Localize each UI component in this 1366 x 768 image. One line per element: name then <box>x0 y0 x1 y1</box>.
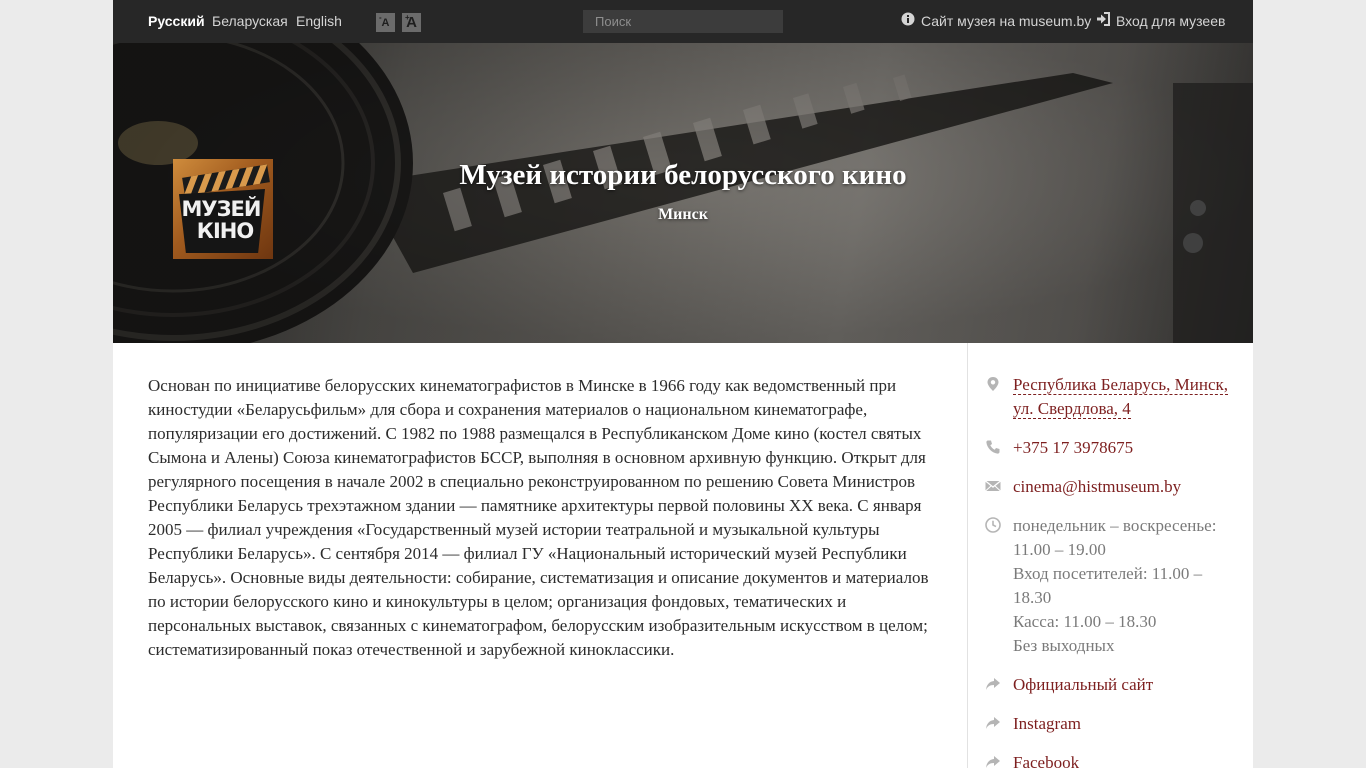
search-input[interactable] <box>583 10 783 33</box>
info-sidebar: Республика Беларусь, Минск, ул. Свердлов… <box>967 343 1253 768</box>
hours-line: понедельник – воскресенье: <box>1013 516 1217 535</box>
clock-icon <box>985 517 1001 533</box>
lang-english[interactable]: English <box>296 13 342 29</box>
museum-login-link[interactable]: Вход для музеев <box>1097 12 1226 29</box>
opening-hours: понедельник – воскресенье: 11.00 – 19.00… <box>1013 514 1243 658</box>
museum-title: Музей истории белорусского кино <box>459 159 907 191</box>
top-bar: Русский Беларуская English - A + A Сайт … <box>113 0 1253 43</box>
address-line1-link[interactable]: Республика Беларусь, Минск, <box>1013 375 1228 395</box>
hours-line: 18.30 <box>1013 588 1052 607</box>
hours-line: Вход посетителей: 11.00 – <box>1013 564 1203 583</box>
museum-description: Основан по инициативе белорусских кинема… <box>148 376 929 659</box>
museum-site-link[interactable]: Сайт музея на museum.by <box>901 12 1092 29</box>
address-line2-link[interactable]: ул. Свердлова, 4 <box>1013 399 1131 419</box>
page: Русский Беларуская English - A + A Сайт … <box>113 0 1253 768</box>
museum-site-label: Сайт музея на museum.by <box>921 13 1092 29</box>
share-arrow-icon <box>986 678 1000 690</box>
phone-link[interactable]: +375 17 3978675 <box>1013 438 1133 457</box>
museum-login-label: Вход для музеев <box>1116 13 1226 29</box>
phone-block: +375 17 3978675 <box>1013 436 1243 460</box>
email-link[interactable]: cinema@histmuseum.by <box>1013 477 1181 496</box>
hero-shade <box>113 43 1253 343</box>
font-decrease-mod: - <box>379 13 382 22</box>
address-block: Республика Беларусь, Минск, ул. Свердлов… <box>1013 373 1243 421</box>
font-increase-mod: + <box>405 13 410 22</box>
share-arrow-icon <box>986 756 1000 768</box>
instagram-link[interactable]: Instagram <box>1013 714 1081 733</box>
hours-line: Касса: 11.00 – 18.30 <box>1013 612 1157 631</box>
facebook-block: Facebook <box>1013 751 1243 768</box>
facebook-link[interactable]: Facebook <box>1013 753 1079 768</box>
lang-russian[interactable]: Русский <box>148 13 205 29</box>
instagram-block: Instagram <box>1013 712 1243 736</box>
phone-icon <box>986 440 1000 454</box>
hours-line: Без выходных <box>1013 636 1115 655</box>
map-pin-icon <box>987 377 999 391</box>
hours-line: 11.00 – 19.00 <box>1013 540 1106 559</box>
font-increase-button[interactable]: + A <box>402 13 421 32</box>
envelope-icon <box>985 480 1001 492</box>
hero-banner: МУЗЕЙ КIНО Музей истории белорусского ки… <box>113 43 1253 343</box>
sign-in-icon <box>1097 12 1110 26</box>
official-site-link[interactable]: Официальный сайт <box>1013 675 1153 694</box>
museum-city: Минск <box>658 206 708 223</box>
email-block: cinema@histmuseum.by <box>1013 475 1243 499</box>
info-icon <box>901 12 915 26</box>
font-decrease-button[interactable]: - A <box>376 13 395 32</box>
font-decrease-label: A <box>381 17 390 29</box>
official-site-block: Официальный сайт <box>1013 673 1243 697</box>
share-arrow-icon <box>986 717 1000 729</box>
lang-belarusian[interactable]: Беларуская <box>212 13 288 29</box>
